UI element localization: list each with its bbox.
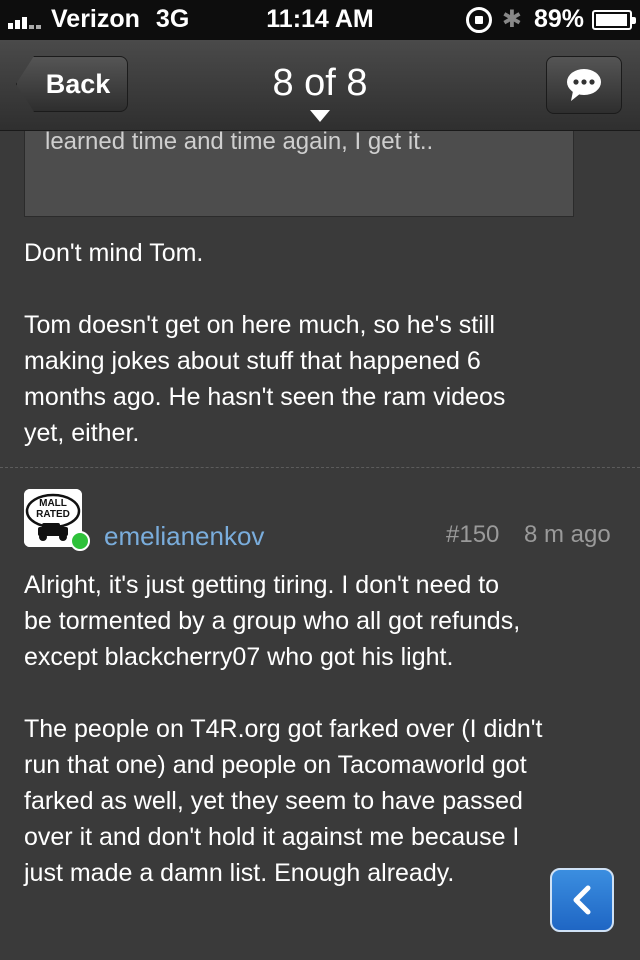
post-line: run that one) and people on Tacomaworld …: [24, 751, 527, 779]
carrier-label: Verizon: [51, 5, 140, 33]
quote-block: learned time and time again, I get it..: [24, 131, 574, 217]
dropdown-caret-icon[interactable]: [310, 110, 330, 122]
online-status-dot: [70, 531, 90, 551]
avatar-text-2: RATED: [36, 509, 70, 520]
bluetooth-icon: ✱: [501, 6, 522, 33]
battery-percent: 89%: [533, 5, 584, 33]
avatar-text-1: MALL: [39, 498, 67, 509]
post-line: Don't mind Tom.: [24, 239, 204, 267]
network-label: 3G: [155, 5, 190, 33]
post-line: just made a damn list. Enough already.: [24, 859, 455, 887]
rotation-lock-icon: [465, 6, 492, 33]
post-body: Don't mind Tom. Tom doesn't get on here …: [24, 235, 614, 451]
post-line: [24, 271, 614, 307]
signal-icon: [8, 11, 43, 29]
post-line: Tom doesn't get on here much, so he's st…: [24, 311, 495, 339]
thread-content[interactable]: learned time and time again, I get it.. …: [0, 131, 640, 960]
post-line: The people on T4R.org got farked over (I…: [24, 715, 543, 743]
previous-page-button[interactable]: [550, 868, 614, 932]
battery-icon: [592, 9, 636, 30]
chat-bubble-icon: [567, 69, 601, 101]
post-line: farked as well, yet they seem to have pa…: [24, 787, 523, 815]
post-line: [24, 675, 614, 711]
post-line: except blackcherry07 who got his light.: [24, 643, 454, 671]
post-line: months ago. He hasn't seen the ram video…: [24, 383, 506, 411]
post-number: #150: [446, 521, 500, 548]
page-title[interactable]: 8 of 8: [0, 62, 640, 105]
post-timestamp: 8 m ago: [524, 521, 611, 548]
post-line: yet, either.: [24, 419, 140, 447]
post-line: Alright, it's just getting tiring. I don…: [24, 571, 500, 599]
status-bar: Verizon 3G 11:14 AM ✱ 89%: [0, 0, 640, 40]
reply-button[interactable]: [546, 56, 622, 114]
post-body: Alright, it's just getting tiring. I don…: [24, 567, 614, 891]
post-username[interactable]: emelianenkov: [104, 521, 264, 552]
quote-text: learned time and time again, I get it..: [45, 131, 434, 155]
post-line: over it and don't hold it against me bec…: [24, 823, 520, 851]
post-line: be tormented by a group who all got refu…: [24, 607, 521, 635]
chevron-left-icon: [573, 885, 591, 915]
navigation-bar: Back 8 of 8: [0, 40, 640, 131]
post-line: making jokes about stuff that happened 6: [24, 347, 481, 375]
post-divider: [0, 467, 640, 468]
